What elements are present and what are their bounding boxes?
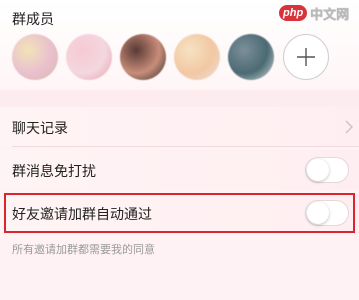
- divider: [12, 146, 359, 147]
- mute-toggle[interactable]: [305, 157, 349, 183]
- highlight-box: [4, 193, 355, 233]
- watermark-badge: php: [279, 5, 308, 21]
- site-watermark: php 中文网: [279, 2, 351, 24]
- watermark-text: 中文网: [310, 6, 350, 22]
- add-member-button[interactable]: [283, 34, 329, 80]
- member-avatar[interactable]: [66, 34, 112, 80]
- avatar-row: [0, 30, 359, 86]
- mute-label: 群消息免打扰: [12, 164, 96, 180]
- member-avatar[interactable]: [120, 34, 166, 80]
- mute-row: 群消息免打扰: [0, 150, 359, 190]
- members-title: 群成员: [12, 12, 54, 28]
- member-avatar[interactable]: [12, 34, 58, 80]
- members-section: 群成员 php 中文网: [0, 0, 359, 90]
- auto-approve-note: 所有邀请加群都需要我的同意: [12, 243, 155, 256]
- chevron-right-icon: [345, 120, 353, 134]
- member-avatar[interactable]: [228, 34, 274, 80]
- toggle-knob: [307, 159, 329, 181]
- member-avatar[interactable]: [174, 34, 220, 80]
- chat-history-row[interactable]: 聊天记录: [0, 107, 359, 147]
- chat-history-label: 聊天记录: [12, 121, 68, 137]
- plus-icon: [297, 48, 315, 66]
